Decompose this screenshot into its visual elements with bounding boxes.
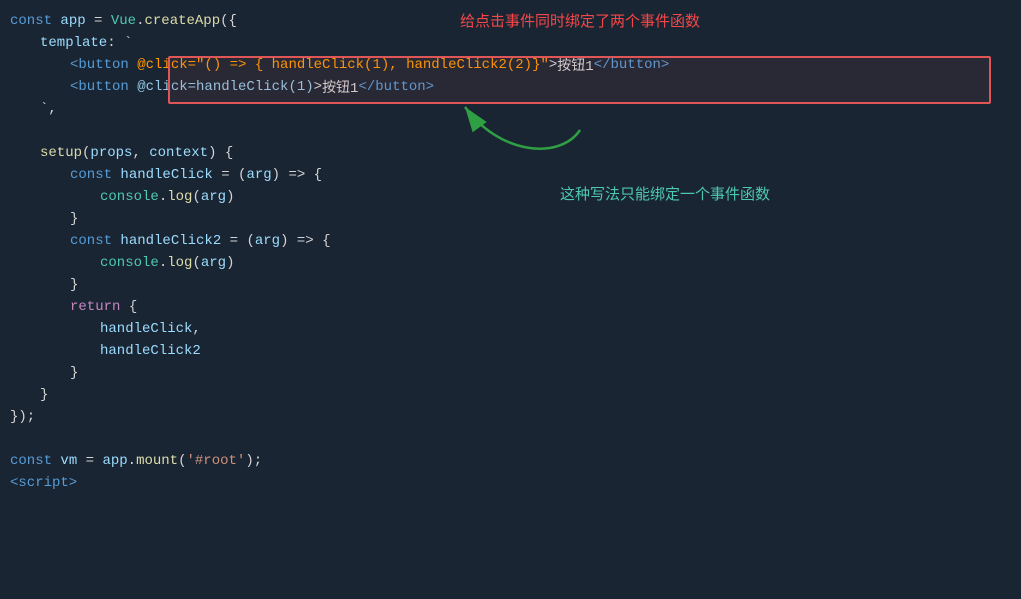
console-ref-1: console xyxy=(100,189,159,205)
keyword-const: const xyxy=(10,13,52,29)
code-line-12: console . log ( arg ) xyxy=(0,252,1021,274)
code-block: const app = Vue . createApp ({ template … xyxy=(0,10,1021,494)
code-line-13: } xyxy=(0,274,1021,296)
code-line-5: `, xyxy=(0,98,1021,120)
var-vm: vm xyxy=(60,453,77,469)
method-setup: setup xyxy=(40,145,82,161)
code-line-1: const app = Vue . createApp ({ xyxy=(0,10,1021,32)
arg-ref-2: arg xyxy=(201,255,226,271)
attr-click-1: @click="() => { handleClick(1), handleCl… xyxy=(137,57,549,73)
var-handleclick2: handleClick2 xyxy=(120,233,221,249)
code-line-3: <button @click="() => { handleClick(1), … xyxy=(0,54,1021,76)
var-app: app xyxy=(60,13,85,29)
var-app-ref: app xyxy=(102,453,127,469)
method-log-2: log xyxy=(167,255,192,271)
keyword-const-4: const xyxy=(10,453,52,469)
arg-ref-1: arg xyxy=(201,189,226,205)
method-log-1: log xyxy=(167,189,192,205)
code-line-20 xyxy=(0,428,1021,450)
code-line-10: } xyxy=(0,208,1021,230)
var-handleclick: handleClick xyxy=(120,167,212,183)
code-line-17: } xyxy=(0,362,1021,384)
code-line-19: }); xyxy=(0,406,1021,428)
param-arg-2: arg xyxy=(255,233,280,249)
method-createapp: createApp xyxy=(144,13,220,29)
code-line-7: setup ( props , context ) { xyxy=(0,142,1021,164)
keyword-const-2: const xyxy=(70,167,112,183)
return-handleclick: handleClick xyxy=(100,321,192,337)
method-mount: mount xyxy=(136,453,178,469)
code-line-11: const handleClick2 = ( arg ) => { xyxy=(0,230,1021,252)
code-container: const app = Vue . createApp ({ template … xyxy=(0,0,1021,599)
param-props: props xyxy=(90,145,132,161)
code-line-6 xyxy=(0,120,1021,142)
code-line-21: const vm = app . mount ( '#root' ); xyxy=(0,450,1021,472)
vue-ref: Vue xyxy=(111,13,136,29)
code-line-9: console . log ( arg ) xyxy=(0,186,1021,208)
param-arg-1: arg xyxy=(246,167,271,183)
code-line-22: <script> xyxy=(0,472,1021,494)
code-line-4: <button @click=handleClick(1) > 按钮1 </bu… xyxy=(0,76,1021,98)
button-text-1: 按钮1 xyxy=(557,55,593,75)
keyword-template: template xyxy=(40,35,107,51)
tag-button-open: <button xyxy=(70,57,137,73)
script-tag: <script> xyxy=(10,475,77,491)
code-line-15: handleClick , xyxy=(0,318,1021,340)
keyword-const-3: const xyxy=(70,233,112,249)
tag-button-close-2: </button> xyxy=(358,79,434,95)
keyword-return: return xyxy=(70,299,120,315)
param-context: context xyxy=(149,145,208,161)
attr-click-2: @click=handleClick(1) xyxy=(137,79,313,95)
code-line-14: return { xyxy=(0,296,1021,318)
code-line-18: } xyxy=(0,384,1021,406)
tag-button-open-2: <button xyxy=(70,79,137,95)
return-handleclick2: handleClick2 xyxy=(100,343,201,359)
code-line-8: const handleClick = ( arg ) => { xyxy=(0,164,1021,186)
button-text-2: 按钮1 xyxy=(322,77,358,97)
tag-button-close-1: </button> xyxy=(594,57,670,73)
console-ref-2: console xyxy=(100,255,159,271)
code-line-2: template : ` xyxy=(0,32,1021,54)
string-root: '#root' xyxy=(187,453,246,469)
code-line-16: handleClick2 xyxy=(0,340,1021,362)
